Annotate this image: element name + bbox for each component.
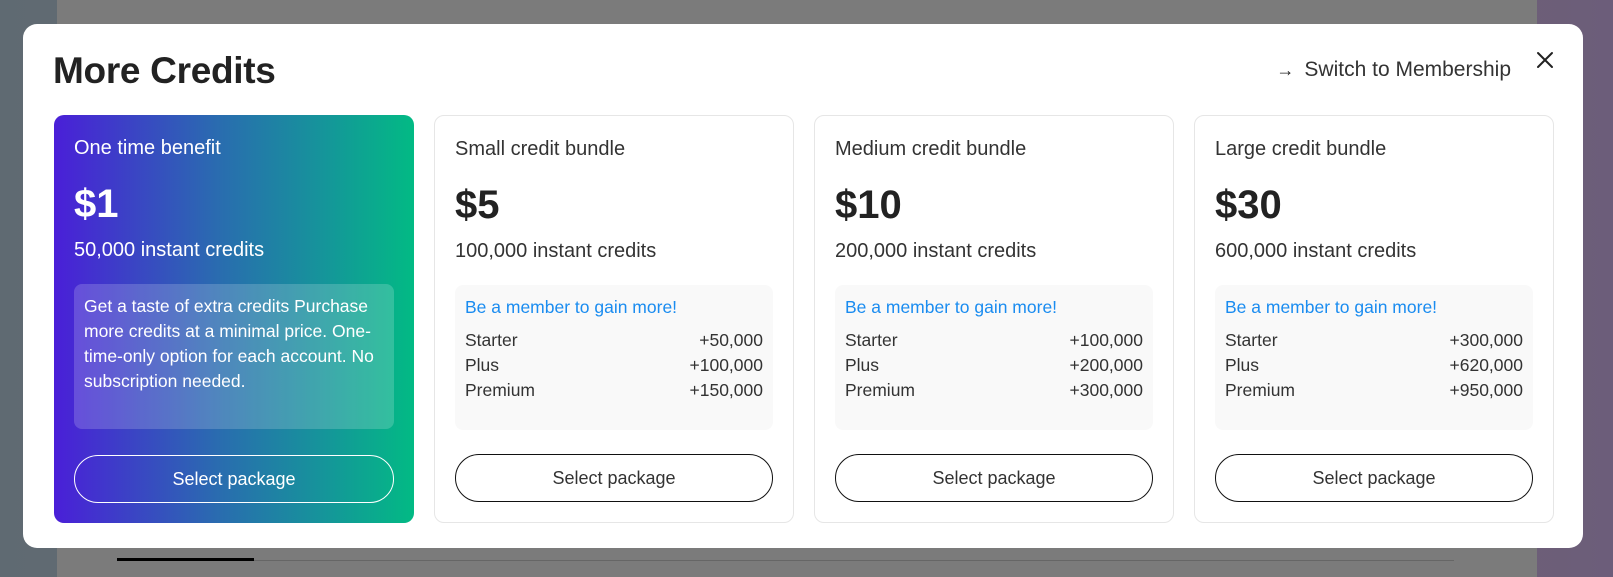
package-name: One time benefit bbox=[74, 137, 221, 159]
switch-to-membership-link[interactable]: → Switch to Membership bbox=[1276, 58, 1511, 82]
tier-row: Plus +620,000 bbox=[1225, 353, 1523, 378]
package-credits: 200,000 instant credits bbox=[835, 240, 1037, 262]
package-credits: 100,000 instant credits bbox=[455, 240, 657, 262]
member-hint: Be a member to gain more! bbox=[1225, 297, 1438, 317]
tier-label: Plus bbox=[1225, 355, 1260, 375]
switch-label: Switch to Membership bbox=[1304, 58, 1511, 81]
tier-row: Starter +50,000 bbox=[465, 328, 763, 353]
select-package-button[interactable]: Select package bbox=[1215, 454, 1533, 502]
tier-value: +620,000 bbox=[1449, 355, 1523, 375]
tier-value: +50,000 bbox=[699, 330, 763, 350]
select-package-button[interactable]: Select package bbox=[835, 454, 1153, 502]
arrow-right-icon: → bbox=[1276, 59, 1295, 80]
tier-value: +100,000 bbox=[1069, 330, 1143, 350]
tier-label: Premium bbox=[845, 380, 916, 400]
package-credits: 600,000 instant credits bbox=[1215, 240, 1417, 262]
tier-row: Starter +100,000 bbox=[845, 328, 1143, 353]
member-bonus-box: Be a member to gain more! Starter +300,00… bbox=[1215, 285, 1533, 430]
tier-row: Premium +150,000 bbox=[465, 378, 763, 403]
package-card-large: Large credit bundle $30 600,000 instant … bbox=[1194, 115, 1554, 523]
tier-label: Premium bbox=[465, 380, 536, 400]
tier-label: Premium bbox=[1225, 380, 1296, 400]
tier-label: Starter bbox=[1225, 330, 1278, 350]
package-card-one-time: One time benefit $1 50,000 instant credi… bbox=[54, 115, 414, 523]
tier-row: Premium +300,000 bbox=[845, 378, 1143, 403]
package-description: Get a taste of extra credits Purchase mo… bbox=[74, 284, 394, 429]
package-card-medium: Medium credit bundle $10 200,000 instant… bbox=[814, 115, 1174, 523]
member-bonus-box: Be a member to gain more! Starter +100,00… bbox=[835, 285, 1153, 430]
tier-value: +300,000 bbox=[1449, 330, 1523, 350]
package-cards: One time benefit $1 50,000 instant credi… bbox=[54, 115, 1554, 523]
member-bonus-box: Be a member to gain more! Starter +50,000… bbox=[455, 285, 773, 430]
tier-value: +200,000 bbox=[1069, 355, 1143, 375]
background-tab-underline bbox=[117, 558, 254, 561]
package-card-small: Small credit bundle $5 100,000 instant c… bbox=[434, 115, 794, 523]
tier-label: Starter bbox=[845, 330, 898, 350]
package-credits: 50,000 instant credits bbox=[74, 239, 265, 261]
tier-label: Starter bbox=[465, 330, 518, 350]
tier-label: Plus bbox=[845, 355, 880, 375]
more-credits-modal: More Credits → Switch to Membership One … bbox=[23, 24, 1583, 548]
background-divider bbox=[254, 560, 1454, 561]
package-price: $5 bbox=[455, 183, 500, 227]
package-price: $10 bbox=[835, 183, 902, 227]
tier-row: Plus +200,000 bbox=[845, 353, 1143, 378]
tier-value: +150,000 bbox=[689, 380, 763, 400]
tier-row: Premium +950,000 bbox=[1225, 378, 1523, 403]
select-package-button[interactable]: Select package bbox=[74, 455, 394, 503]
package-name: Small credit bundle bbox=[455, 138, 626, 160]
close-button[interactable] bbox=[1533, 48, 1557, 72]
tier-value: +950,000 bbox=[1449, 380, 1523, 400]
member-hint: Be a member to gain more! bbox=[845, 297, 1058, 317]
close-icon bbox=[1537, 52, 1553, 68]
tier-value: +300,000 bbox=[1069, 380, 1143, 400]
package-name: Medium credit bundle bbox=[835, 138, 1027, 160]
modal-title: More Credits bbox=[53, 50, 276, 91]
tier-label: Plus bbox=[465, 355, 500, 375]
tier-row: Plus +100,000 bbox=[465, 353, 763, 378]
select-package-button[interactable]: Select package bbox=[455, 454, 773, 502]
member-hint: Be a member to gain more! bbox=[465, 297, 678, 317]
tier-row: Starter +300,000 bbox=[1225, 328, 1523, 353]
package-name: Large credit bundle bbox=[1215, 138, 1387, 160]
package-price: $30 bbox=[1215, 183, 1282, 227]
tier-value: +100,000 bbox=[689, 355, 763, 375]
package-price: $1 bbox=[74, 182, 119, 226]
